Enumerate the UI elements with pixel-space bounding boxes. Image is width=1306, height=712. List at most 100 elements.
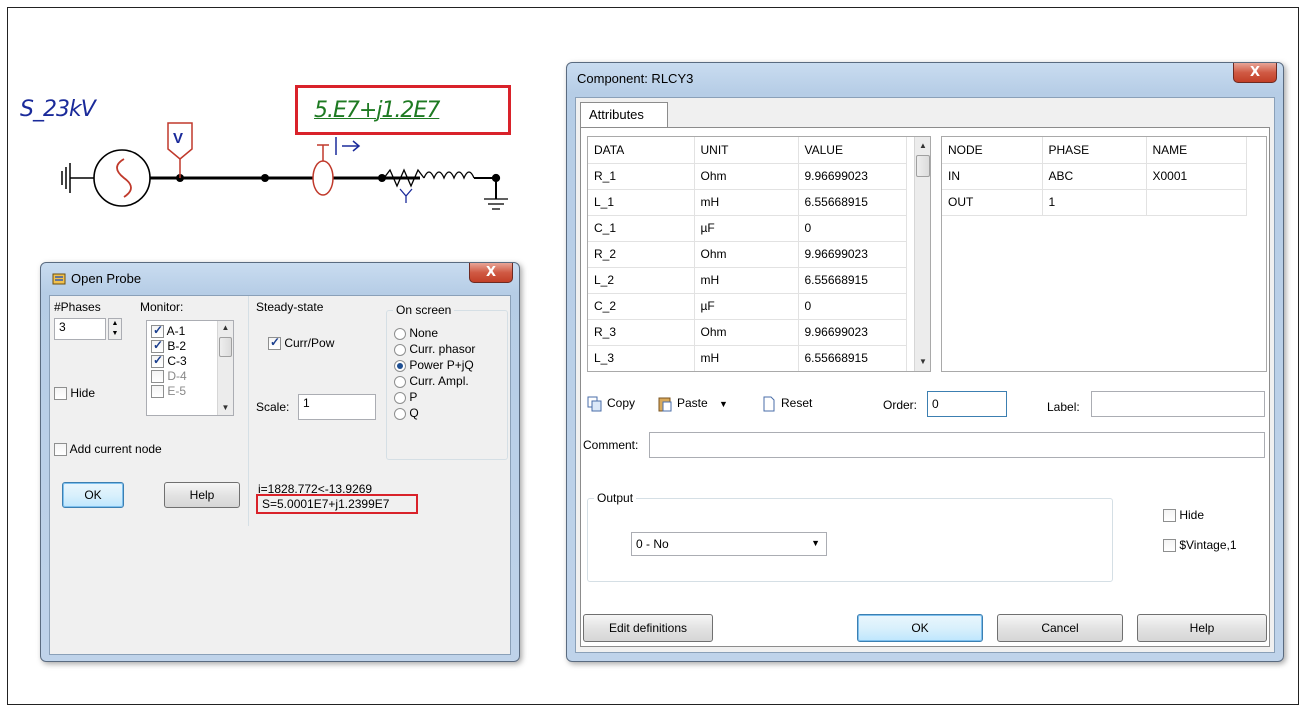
ok-button[interactable]: OK	[62, 482, 124, 508]
reset-button[interactable]: Reset	[761, 396, 812, 412]
scale-label: Scale:	[256, 400, 290, 414]
scroll-down-icon[interactable]: ▼	[218, 401, 233, 415]
data-grid[interactable]: DATA UNIT VALUE R_1 Ohm 9.96699023 L_1 mH 6.…	[587, 136, 931, 372]
scale-input[interactable]: 1	[298, 394, 376, 420]
label-input[interactable]	[1091, 391, 1265, 417]
order-label: Order:	[883, 398, 918, 412]
scroll-up-icon[interactable]: ▲	[915, 139, 930, 153]
monitor-checkbox[interactable]	[151, 338, 164, 354]
chevron-down-icon[interactable]: ▼	[719, 399, 728, 409]
column-header: VALUE	[798, 137, 907, 164]
hide-checkbox[interactable]	[54, 387, 67, 401]
curr-pow-option[interactable]: Curr/Pow	[268, 335, 334, 351]
chevron-down-icon[interactable]: ▼	[811, 533, 820, 553]
order-input[interactable]: 0	[927, 391, 1007, 417]
probe-app-icon	[51, 271, 67, 287]
table-header-row: DATA UNIT VALUE	[588, 137, 907, 164]
table-row[interactable]: IN ABC X0001	[942, 163, 1247, 190]
on-screen-option[interactable]: Curr. Ampl.	[394, 374, 469, 388]
scroll-thumb[interactable]	[916, 155, 930, 177]
vintage-option[interactable]: $Vintage,1	[1163, 538, 1237, 553]
monitor-list[interactable]: A-1 B-2 C-3 D-4 E-5 ▲ ▼	[146, 320, 234, 416]
power-result-highlight: S=5.0001E7+j1.2399E7	[256, 494, 418, 514]
table-row[interactable]: L_1 mH 6.55668915	[588, 189, 907, 216]
table-row[interactable]: C_2 µF 0	[588, 293, 907, 320]
node-grid[interactable]: NODE PHASE NAME IN ABC X0001 OUT 1	[941, 136, 1267, 372]
monitor-item[interactable]: A-1	[151, 323, 185, 339]
scroll-thumb[interactable]	[219, 337, 232, 357]
table-row[interactable]: R_1 Ohm 9.96699023	[588, 163, 907, 190]
on-screen-option[interactable]: None	[394, 326, 438, 340]
monitor-item[interactable]: B-2	[151, 338, 186, 354]
copy-button[interactable]: Copy	[587, 396, 635, 412]
add-node-option[interactable]: Add current node	[54, 442, 162, 457]
table-row[interactable]: OUT 1	[942, 189, 1247, 216]
monitor-item[interactable]: C-3	[151, 353, 187, 369]
radio-power[interactable]	[394, 359, 406, 372]
window-title: Open Probe	[71, 271, 142, 286]
data-grid-scrollbar[interactable]: ▲ ▼	[914, 137, 930, 371]
monitor-checkbox[interactable]	[151, 370, 164, 384]
copy-icon	[587, 396, 603, 412]
source-ground-icon	[61, 163, 94, 193]
hide-option[interactable]: Hide	[1163, 508, 1204, 523]
table-row[interactable]: L_2 mH 6.55668915	[588, 267, 907, 294]
on-screen-option[interactable]: Q	[394, 406, 419, 420]
separator	[248, 296, 249, 526]
ac-source-icon[interactable]	[93, 149, 151, 207]
radio-curr-ampl[interactable]	[394, 375, 406, 388]
vintage-checkbox[interactable]	[1163, 539, 1176, 553]
monitor-checkbox[interactable]	[151, 385, 164, 399]
current-probe-icon[interactable]	[312, 137, 361, 196]
rl-load-icon[interactable]	[383, 168, 508, 210]
table-row[interactable]: L_3 mH 6.55668915	[588, 345, 907, 371]
help-button[interactable]: Help	[164, 482, 240, 508]
monitor-label: Monitor:	[140, 300, 184, 314]
column-header: PHASE	[1042, 137, 1147, 164]
monitor-checkbox[interactable]	[151, 353, 164, 369]
scroll-up-icon[interactable]: ▲	[218, 321, 233, 335]
radio-none[interactable]	[394, 327, 406, 340]
close-button[interactable]: X	[469, 263, 513, 283]
on-screen-option[interactable]: Power P+jQ	[394, 358, 474, 372]
circuit-schematic: S_23kV 5.E7+j1.2E7 V	[20, 85, 540, 245]
radio-q[interactable]	[394, 407, 406, 420]
comment-label: Comment:	[583, 438, 639, 452]
monitor-scrollbar[interactable]: ▲ ▼	[217, 321, 233, 415]
comment-input[interactable]	[649, 432, 1265, 458]
monitor-checkbox[interactable]	[151, 323, 164, 339]
column-header: DATA	[588, 137, 695, 164]
output-select[interactable]: 0 - No ▼	[631, 532, 827, 556]
label-label: Label:	[1047, 400, 1080, 414]
component-dialog: Component: RLCY3 X Attributes DATA UNIT …	[566, 62, 1284, 662]
phases-input[interactable]: 3	[54, 318, 106, 340]
table-row[interactable]: C_1 µF 0	[588, 215, 907, 242]
table-row[interactable]: R_2 Ohm 9.96699023	[588, 241, 907, 268]
help-button[interactable]: Help	[1137, 614, 1267, 642]
open-probe-dialog: Open Probe X #Phases 3 ▲▼ Monitor: A-1 B…	[40, 262, 520, 662]
dialog-body: #Phases 3 ▲▼ Monitor: A-1 B-2 C-3 D-4 E-…	[49, 295, 511, 655]
cancel-button[interactable]: Cancel	[997, 614, 1123, 642]
monitor-item[interactable]: D-4	[151, 369, 187, 384]
attributes-panel: DATA UNIT VALUE R_1 Ohm 9.96699023 L_1 mH 6.…	[580, 127, 1270, 647]
monitor-item[interactable]: E-5	[151, 384, 186, 399]
tab-attributes[interactable]: Attributes	[580, 102, 668, 128]
edit-definitions-button[interactable]: Edit definitions	[583, 614, 713, 642]
on-screen-option[interactable]: P	[394, 390, 417, 404]
scroll-down-icon[interactable]: ▼	[915, 355, 930, 369]
output-label: Output	[594, 491, 637, 505]
wye-connection-icon	[399, 188, 413, 203]
ok-button[interactable]: OK	[857, 614, 983, 642]
phases-spinner[interactable]: ▲ ▼	[108, 318, 122, 340]
radio-p[interactable]	[394, 391, 406, 404]
hide-checkbox[interactable]	[1163, 509, 1176, 523]
paste-icon	[657, 396, 673, 412]
table-row[interactable]: R_3 Ohm 9.96699023	[588, 319, 907, 346]
add-node-checkbox[interactable]	[54, 443, 67, 457]
close-button[interactable]: X	[1233, 63, 1277, 83]
radio-curr-phasor[interactable]	[394, 343, 406, 356]
curr-pow-checkbox[interactable]	[268, 335, 281, 351]
paste-button[interactable]: Paste ▼	[657, 396, 728, 412]
on-screen-option[interactable]: Curr. phasor	[394, 342, 475, 356]
hide-option[interactable]: Hide	[54, 386, 95, 401]
